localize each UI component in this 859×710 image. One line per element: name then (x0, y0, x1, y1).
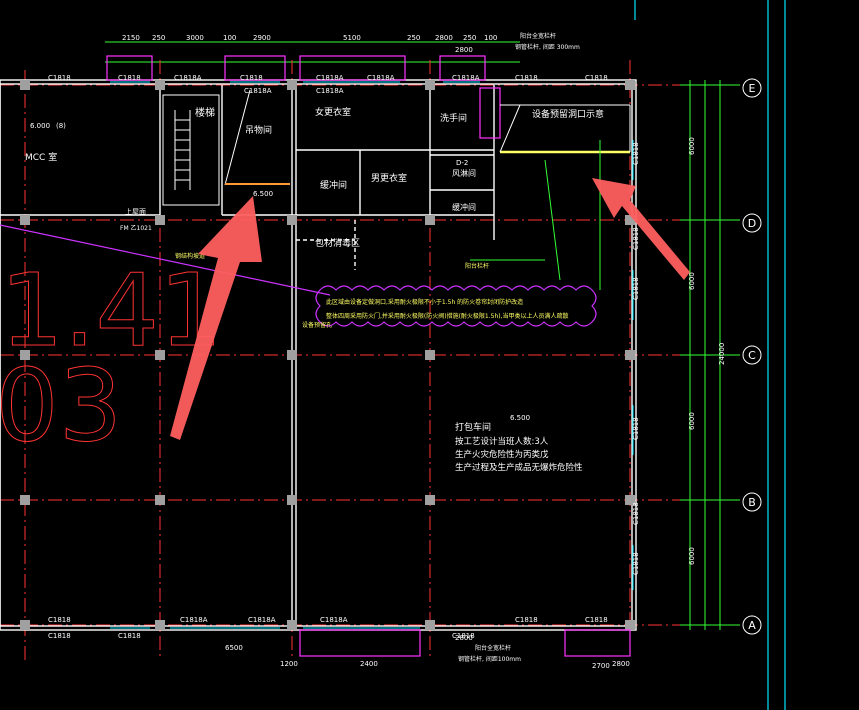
workshop-level: 6.500 (510, 414, 530, 422)
dim-top-7: 2800 (435, 34, 453, 42)
window-top-10: C1818 (585, 74, 608, 82)
window-right-5: C1818 (632, 552, 640, 575)
dim-top-6: 250 (407, 34, 420, 42)
level-mark: 6.500 (253, 190, 273, 198)
dim-right-2: 6000 (688, 272, 696, 290)
window-bottom-2: C1818 (118, 632, 141, 640)
dim-top-8: 250 (463, 34, 476, 42)
revision-cloud (315, 285, 597, 327)
stair-note: 上屋面 (125, 207, 146, 216)
room-mcc-note: (8) (56, 122, 66, 130)
window-bottom-7: C1818 (515, 616, 538, 624)
door-note-left: FM 乙1021 (120, 225, 152, 232)
dim-top-1: 250 (152, 34, 165, 42)
arrow-right (592, 178, 690, 280)
cloud-tag: 设备预留孔 (302, 321, 332, 329)
room-women-change: 女更衣室 (315, 106, 351, 118)
window-bottom-3: C1818A (180, 616, 208, 624)
window-right-2: C1818 (632, 277, 640, 300)
cad-floor-plan: 1.41 03 E D C B A 6000 6000 6000 6000 24… (0, 0, 786, 710)
top-dims: 2150 250 3000 100 2900 5100 250 2800 250… (122, 34, 497, 54)
dock-note: 阳台栏杆 (465, 262, 489, 270)
axis-label-c: C (748, 349, 756, 362)
dim-bottom-1: 6500 (225, 644, 243, 652)
room-air-shower-2: 缓冲间 (452, 202, 476, 212)
room-mcc-level: 6.000 (30, 122, 50, 130)
watermark-big-2: 03 (0, 347, 122, 464)
window-top-6: C1818A (316, 87, 344, 95)
dim-top-4: 2900 (253, 34, 271, 42)
axis-label-a: A (748, 619, 756, 632)
window-right-0: C1818 (632, 142, 640, 165)
window-top-7: C1818A (367, 74, 395, 82)
cloud-note-2: 整体四周采用防火门,并采用耐火极限(防火阀)措施(耐火极限1.5h),当甲类以上… (326, 312, 569, 320)
pipe-note-top: 阳台全宽栏杆 (520, 32, 556, 40)
window-bottom-0: C1818 (48, 616, 71, 624)
room-mcc: MCC 室 (25, 151, 57, 163)
window-bottom-4: C1818A (248, 616, 276, 624)
axis-label-e: E (749, 82, 756, 95)
room-wash: 洗手间 (440, 112, 467, 124)
window-top-2: C1818A (174, 74, 202, 82)
pipe-note-sub: 钢管栏杆, 间距 300mm (515, 43, 580, 51)
room-packing: 包材消毒区 (315, 237, 360, 249)
window-top-0: C1818 (48, 74, 71, 82)
window-top-1: C1818 (118, 74, 141, 82)
dim-bottom-2: 2400 (360, 660, 378, 668)
dim-right-3: 6000 (688, 412, 696, 430)
room-hoist: 吊物间 (245, 124, 272, 136)
axis-bubble-labels: E D C B A (748, 82, 756, 632)
window-top-5: C1818A (316, 74, 344, 82)
dim-top-2: 3000 (186, 34, 204, 42)
bottom-sub: 钢管栏杆, 间距100mm (458, 655, 521, 663)
room-corridor: 缓冲间 (320, 179, 347, 191)
window-right-4: C1818 (632, 502, 640, 525)
window-bottom-5: C1818A (320, 616, 348, 624)
dim-top-0: 2150 (122, 34, 140, 42)
room-air-shower-1: 风淋间 (452, 168, 476, 178)
window-top-8: C1818A (452, 74, 480, 82)
room-air-shower-tag: D-2 (456, 159, 468, 167)
workshop-line-2: 生产火灾危险性为丙类戊 (455, 449, 549, 460)
dim-top-10: 100 (484, 34, 497, 42)
dim-right-4: 6000 (688, 547, 696, 565)
workshop-title: 打包车间 (455, 421, 491, 433)
window-top-4: C1818 (240, 74, 263, 82)
axis-label-d: D (748, 217, 756, 230)
window-bottom-1: C1818 (48, 632, 71, 640)
dim-top-5: 5100 (343, 34, 361, 42)
dim-top-3: 100 (223, 34, 236, 42)
dim-bottom-4: 2700 (592, 662, 610, 670)
room-men-change: 男更衣室 (371, 172, 407, 184)
dim-top-9: 2800 (455, 46, 473, 54)
window-right-1: C1818 (632, 227, 640, 250)
room-stair: 楼梯 (195, 106, 215, 119)
bottom-dims: 1200 6500 2400 2800 2700 2800 (225, 634, 630, 670)
workshop-line-1: 按工艺设计当班人数:3人 (455, 436, 549, 447)
dim-right-1: 6000 (688, 137, 696, 155)
window-bottom-8: C1818 (585, 616, 608, 624)
window-right-3: C1818 (632, 417, 640, 440)
dim-bottom-5: 2800 (612, 660, 630, 668)
workshop-line-3: 生产过程及生产成品无爆炸危险性 (455, 462, 583, 473)
bottom-note: 阳台全宽栏杆 (475, 644, 511, 652)
watermark-text: 1.41 03 (0, 252, 223, 465)
window-bottom-6: C1818 (452, 632, 475, 640)
cloud-note-1: 此区域由设备定做洞口,采用耐火极限不小于1.5h 的防火卷帘封闭防护改造 (326, 298, 523, 306)
window-top-3: C1818A (244, 87, 272, 95)
hoist-diagonal (224, 89, 251, 186)
window-top-9: C1818 (515, 74, 538, 82)
room-equipment: 设备预留洞口示意 (532, 108, 604, 120)
dim-bottom-0: 1200 (280, 660, 298, 668)
dim-right-total: 24000 (718, 343, 726, 365)
axis-label-b: B (748, 496, 756, 509)
